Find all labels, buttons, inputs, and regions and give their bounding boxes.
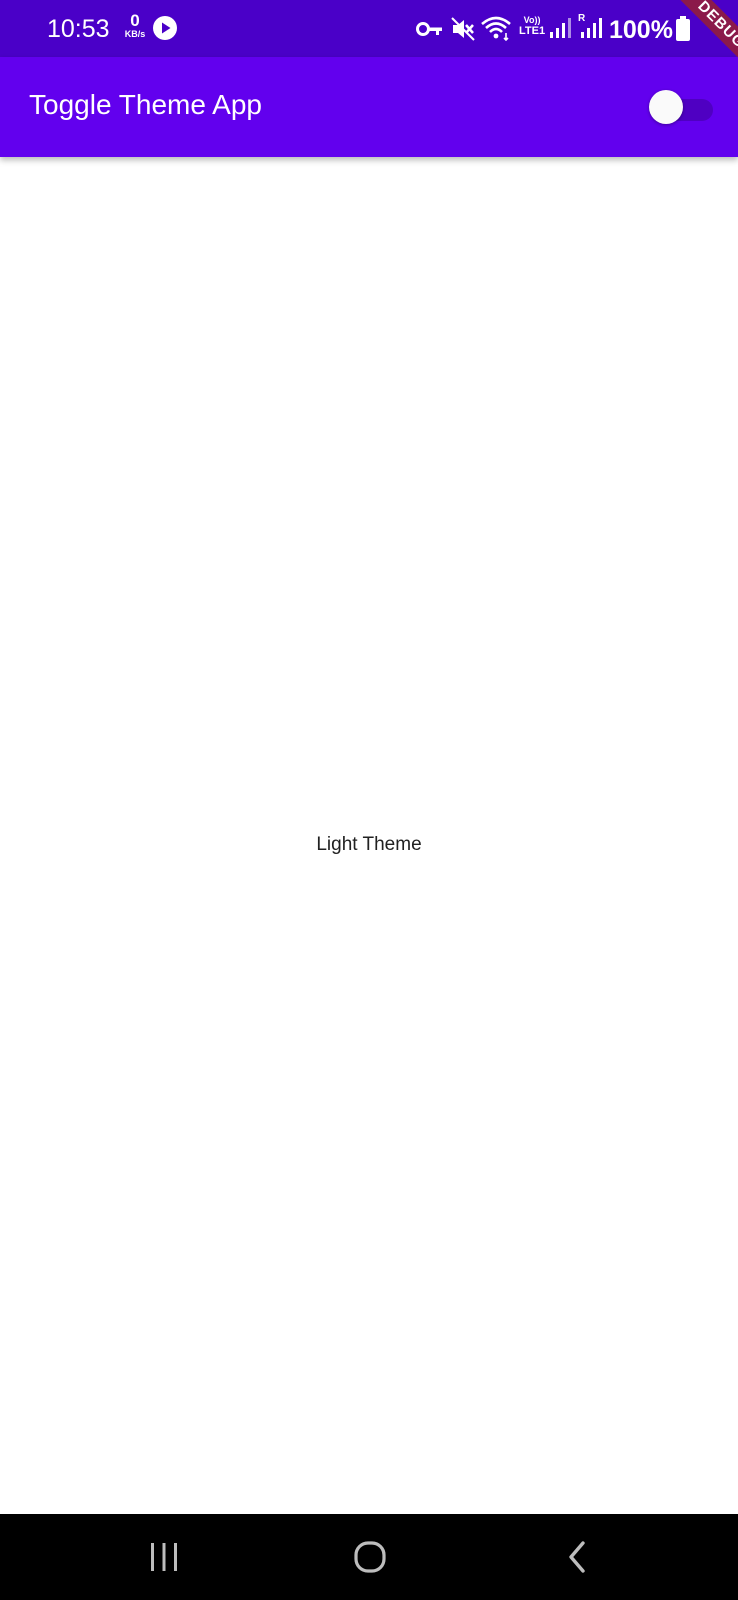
- network-speed: 0 KB/s: [120, 12, 150, 39]
- main-content: Light Theme: [0, 157, 738, 1514]
- signal-icon: [550, 18, 571, 38]
- status-time: 10:53: [47, 15, 110, 43]
- volte-label-top: Vo)): [523, 15, 541, 25]
- home-icon: [354, 1541, 386, 1573]
- back-icon: [569, 1541, 585, 1573]
- app-bar: Toggle Theme App: [0, 57, 738, 157]
- recent-apps-button[interactable]: [104, 1514, 224, 1600]
- app-title: Toggle Theme App: [29, 89, 262, 120]
- theme-label: Light Theme: [316, 834, 422, 855]
- recent-apps-icon: [151, 1543, 177, 1571]
- navigation-bar: [0, 1514, 738, 1600]
- home-button[interactable]: [310, 1514, 430, 1600]
- volte-label-bottom: LTE1: [519, 25, 546, 37]
- play-icon: [153, 16, 177, 40]
- battery-percent: 100%: [609, 16, 673, 44]
- volte-label: Vo)) LTE1: [519, 15, 545, 38]
- switch-thumb: [649, 90, 683, 124]
- mute-icon: [451, 17, 475, 41]
- status-bar: 10:53 0 KB/s Vo)) LTE1 R 100% DEBUG: [0, 0, 738, 86]
- back-button[interactable]: [517, 1514, 637, 1600]
- theme-toggle-switch[interactable]: [649, 88, 715, 126]
- screen: 10:53 0 KB/s Vo)) LTE1 R 100% DEBUG Togg…: [0, 0, 738, 1600]
- signal-roaming-icon: [581, 18, 602, 38]
- network-speed-value: 0: [130, 11, 140, 30]
- vpn-key-icon: [416, 22, 442, 36]
- wifi-icon: [481, 16, 511, 41]
- network-speed-unit: KB/s: [124, 29, 146, 39]
- battery-icon: [676, 16, 690, 41]
